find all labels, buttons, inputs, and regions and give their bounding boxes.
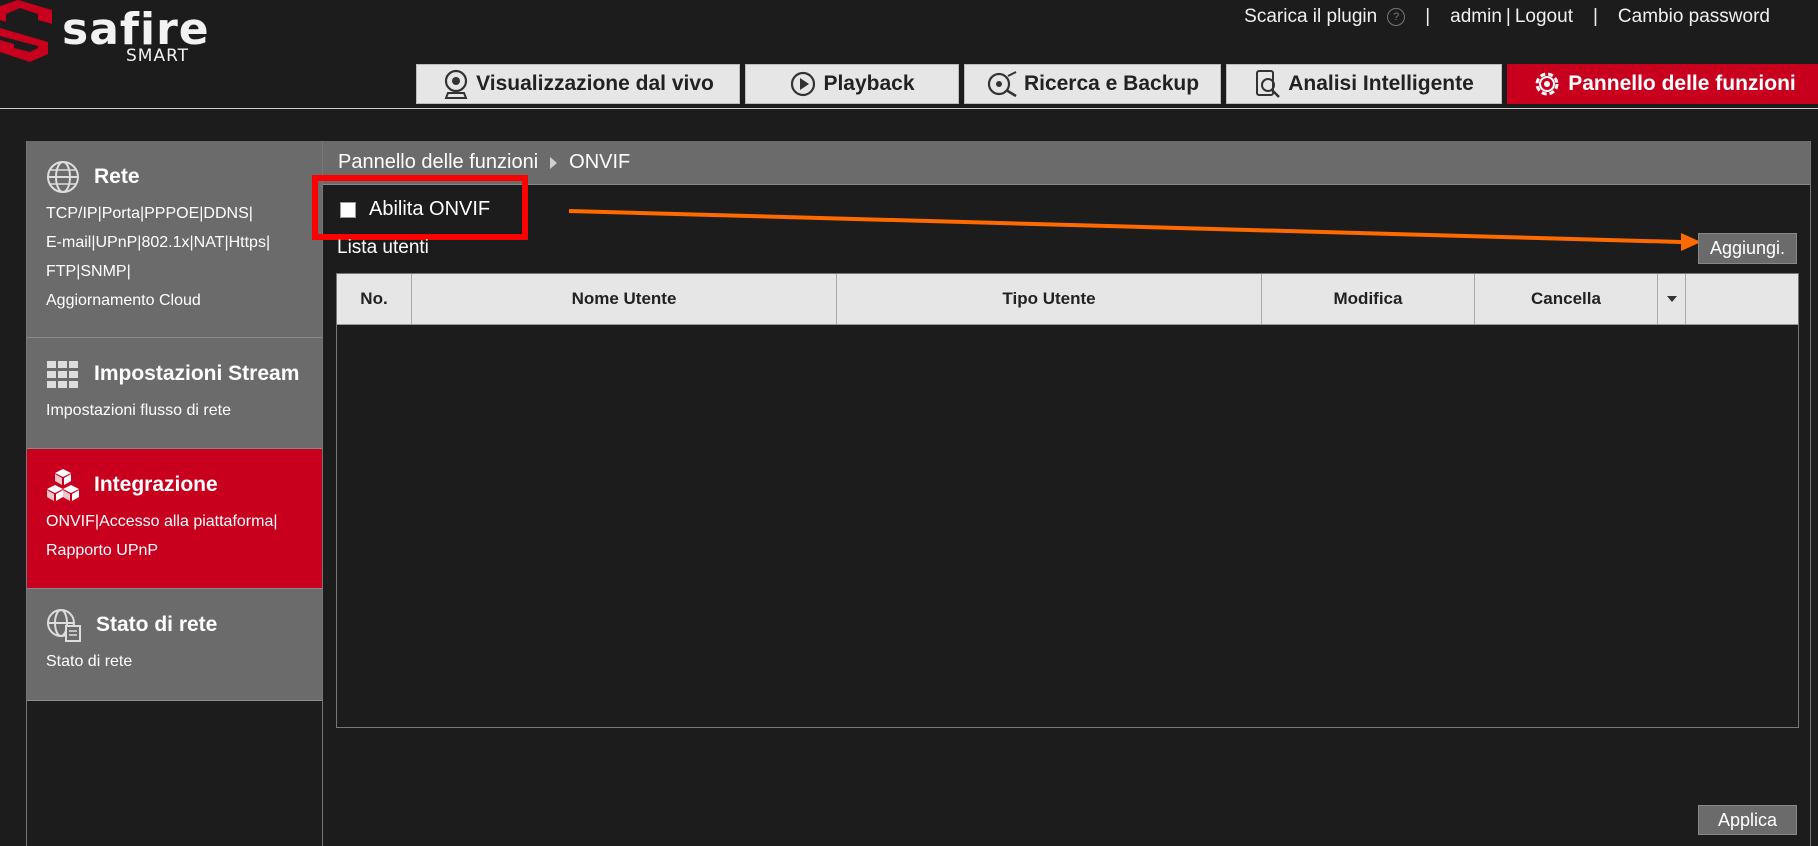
grid-icon <box>47 361 78 388</box>
header: safire SMART Scarica il plugin ? | admin… <box>0 0 1818 109</box>
sidebar-item-sub[interactable]: E-mail|UPnP|802.1x|NAT|Https| <box>46 228 323 257</box>
sidebar-item-stream-settings[interactable]: Impostazioni Stream Impostazioni flusso … <box>27 338 323 449</box>
logo: safire SMART <box>0 0 220 70</box>
column-header-delete: Cancella <box>1475 274 1658 324</box>
help-icon[interactable]: ? <box>1387 8 1406 26</box>
tab-live-view[interactable]: Visualizzazione dal vivo <box>416 64 740 104</box>
sidebar-item-sub[interactable]: TCP/IP|Porta|PPPOE|DDNS| <box>46 199 323 228</box>
tab-label: Ricerca e Backup <box>1023 72 1200 95</box>
breadcrumb-current: ONVIF <box>569 151 631 173</box>
tab-label: Visualizzazione dal vivo <box>476 72 714 95</box>
column-chooser-button[interactable] <box>1658 274 1686 324</box>
logout-link[interactable]: Logout <box>1515 6 1573 28</box>
sidebar-item-sub[interactable]: Aggiornamento Cloud <box>46 286 323 315</box>
tab-label: Pannello delle funzioni <box>1568 72 1796 95</box>
table-header: No. Nome Utente Tipo Utente Modifica Can… <box>337 274 1798 325</box>
sidebar-item-title: Impostazioni Stream <box>94 362 300 385</box>
tab-label: Playback <box>823 72 915 95</box>
sidebar-item-rete[interactable]: Rete TCP/IP|Porta|PPPOE|DDNS| E-mail|UPn… <box>27 141 323 338</box>
add-user-button[interactable]: Aggiungi. <box>1698 233 1797 264</box>
chevron-down-icon <box>1666 296 1677 302</box>
column-header-username: Nome Utente <box>412 274 837 324</box>
sidebar-item-sub[interactable]: Impostazioni flusso di rete <box>46 396 323 425</box>
tab-playback[interactable]: Playback <box>745 64 959 104</box>
user-table: No. Nome Utente Tipo Utente Modifica Can… <box>336 273 1799 728</box>
top-links: Scarica il plugin ? | admin | Logout | C… <box>1244 6 1770 28</box>
column-header-user-type: Tipo Utente <box>837 274 1262 324</box>
breadcrumb-parent[interactable]: Pannello delle funzioni <box>338 151 538 174</box>
sidebar-item-network-status[interactable]: Stato di rete Stato di rete <box>27 589 323 701</box>
network-status-icon <box>47 609 81 642</box>
sidebar-item-title: Integrazione <box>94 473 218 496</box>
sidebar-item-sub[interactable]: Stato di rete <box>46 647 323 676</box>
logo-subtext: SMART <box>126 46 190 66</box>
column-header-edit: Modifica <box>1262 274 1475 324</box>
highlight-box <box>312 175 528 240</box>
play-icon <box>791 71 816 97</box>
separator: | <box>1425 6 1431 27</box>
separator: | <box>1592 6 1598 27</box>
main-nav: Visualizzazione dal vivo Playback Ricerc… <box>416 64 1818 104</box>
globe-icon <box>47 161 79 193</box>
webcam-icon <box>444 69 468 99</box>
tab-function-panel[interactable]: Pannello delle funzioni <box>1507 64 1818 104</box>
sidebar: Rete TCP/IP|Porta|PPPOE|DDNS| E-mail|UPn… <box>26 141 323 846</box>
breadcrumb-arrow-icon <box>550 156 558 169</box>
apply-button[interactable]: Applica <box>1698 805 1797 835</box>
tab-search-backup[interactable]: Ricerca e Backup <box>964 64 1221 104</box>
cubes-icon <box>47 469 79 501</box>
analysis-icon <box>1256 70 1281 98</box>
column-header-number: No. <box>337 274 412 324</box>
download-plugin-link[interactable]: Scarica il plugin <box>1244 6 1377 28</box>
change-password-link[interactable]: Cambio password <box>1618 6 1770 28</box>
search-backup-icon <box>987 71 1017 98</box>
username-link[interactable]: admin <box>1450 6 1502 28</box>
sidebar-item-title: Rete <box>94 165 140 188</box>
tab-label: Analisi Intelligente <box>1288 72 1474 95</box>
gear-icon <box>1535 72 1559 96</box>
main-content: Pannello delle funzioni ONVIF Abilita ON… <box>312 141 1811 846</box>
safire-logo-icon <box>0 0 52 62</box>
user-list-label: Lista utenti <box>337 237 429 258</box>
column-header-empty <box>1686 274 1798 324</box>
sidebar-item-title: Stato di rete <box>96 613 218 636</box>
separator: | <box>1505 6 1511 27</box>
sidebar-item-sub[interactable]: ONVIF|Accesso alla piattaforma| <box>46 507 323 536</box>
tab-intelligent-analysis[interactable]: Analisi Intelligente <box>1226 64 1502 104</box>
sidebar-item-sub[interactable]: Rapporto UPnP <box>46 536 323 565</box>
breadcrumb: Pannello delle funzioni ONVIF <box>323 141 1810 185</box>
sidebar-item-integrazione[interactable]: Integrazione ONVIF|Accesso alla piattafo… <box>27 449 323 589</box>
sidebar-item-sub[interactable]: FTP|SNMP| <box>46 257 323 286</box>
